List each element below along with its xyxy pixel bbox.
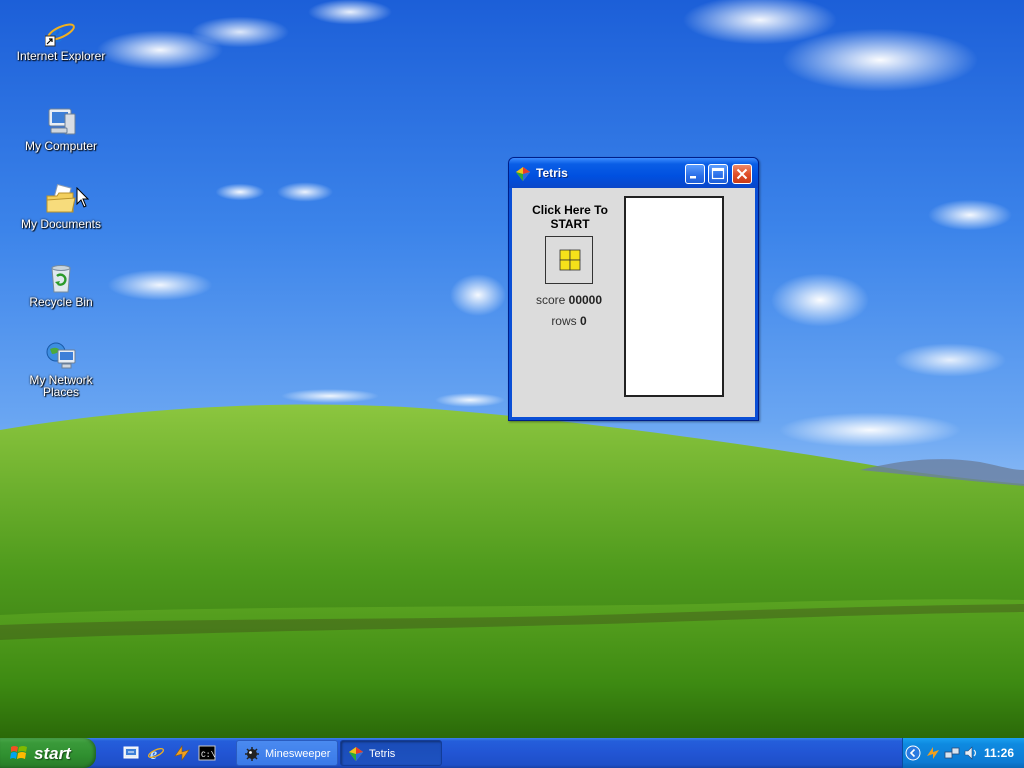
start-game-link[interactable]: Click Here To START <box>528 203 612 231</box>
start-button[interactable]: start <box>0 738 96 768</box>
desktop-icon-label: Internet Explorer <box>16 49 106 63</box>
tray-expand-icon[interactable] <box>905 745 921 761</box>
rows-label: rows <box>551 314 577 328</box>
title-bar[interactable]: Tetris <box>509 158 758 188</box>
clock[interactable]: 11:26 <box>984 746 1014 760</box>
game-board[interactable] <box>624 196 724 397</box>
tetris-icon <box>349 747 363 761</box>
next-piece-icon <box>559 249 581 271</box>
my-computer-icon <box>45 106 77 138</box>
score-label: score <box>535 293 566 307</box>
rows-display: rows 0 <box>512 314 626 328</box>
winamp-icon[interactable] <box>173 744 191 762</box>
rows-value: 0 <box>580 314 587 328</box>
show-desktop-icon[interactable] <box>122 744 140 762</box>
desktop[interactable]: e Internet Explorer My Computer My Docum… <box>0 0 1024 768</box>
network-icon[interactable] <box>944 745 960 761</box>
internet-explorer-icon: e <box>44 16 77 49</box>
svg-text:C:\: C:\ <box>201 751 216 760</box>
tetris-icon <box>516 167 530 181</box>
windows-logo-icon <box>10 746 27 759</box>
svg-text:e: e <box>150 746 157 762</box>
desktop-icon-label: My Network Places <box>29 373 93 399</box>
start-label: start <box>34 744 71 763</box>
tetris-window[interactable]: Tetris Click Here To START score 00000 r… <box>508 157 759 421</box>
maximize-button[interactable] <box>708 164 728 184</box>
tray-app-icon[interactable] <box>925 745 941 761</box>
desktop-icon-network-places[interactable]: My Network Places <box>16 340 106 398</box>
next-piece-preview <box>545 236 593 284</box>
internet-explorer-icon[interactable]: e <box>147 744 165 762</box>
desktop-icon-label: Recycle Bin <box>29 295 93 309</box>
taskbar-button-minesweeper[interactable]: Minesweeper <box>236 740 338 766</box>
desktop-icon-label: My Documents <box>20 217 102 231</box>
recycle-bin-icon <box>45 262 77 294</box>
minesweeper-icon <box>245 747 259 761</box>
minimize-icon <box>690 176 696 179</box>
command-prompt-icon[interactable]: C:\ <box>198 744 216 762</box>
taskbar: start e C:\ Minesweeper Tetris 11:26 <box>0 738 1024 768</box>
close-button[interactable] <box>732 164 752 184</box>
system-tray: 11:26 <box>902 738 1024 768</box>
desktop-icon-internet-explorer[interactable]: e Internet Explorer <box>16 16 106 62</box>
desktop-icon-recycle-bin[interactable]: Recycle Bin <box>16 262 106 308</box>
taskbar-button-tetris[interactable]: Tetris <box>340 740 442 766</box>
network-places-icon <box>45 340 77 372</box>
score-value: 00000 <box>568 293 603 307</box>
maximize-icon <box>711 167 725 180</box>
mouse-cursor-icon <box>76 187 90 208</box>
desktop-icon-my-computer[interactable]: My Computer <box>16 106 106 152</box>
window-title: Tetris <box>536 166 568 180</box>
minimize-button[interactable] <box>685 164 705 184</box>
taskbar-button-label: Minesweeper <box>265 748 331 760</box>
desktop-icon-label: My Computer <box>24 139 98 153</box>
window-client-area: Click Here To START score 00000 rows 0 <box>512 188 755 417</box>
taskbar-button-label: Tetris <box>369 748 396 760</box>
my-documents-icon <box>45 183 77 216</box>
score-display: score 00000 <box>512 293 626 307</box>
desktop-icon-my-documents[interactable]: My Documents <box>16 183 106 231</box>
volume-icon[interactable] <box>963 745 979 761</box>
close-icon <box>736 168 748 180</box>
